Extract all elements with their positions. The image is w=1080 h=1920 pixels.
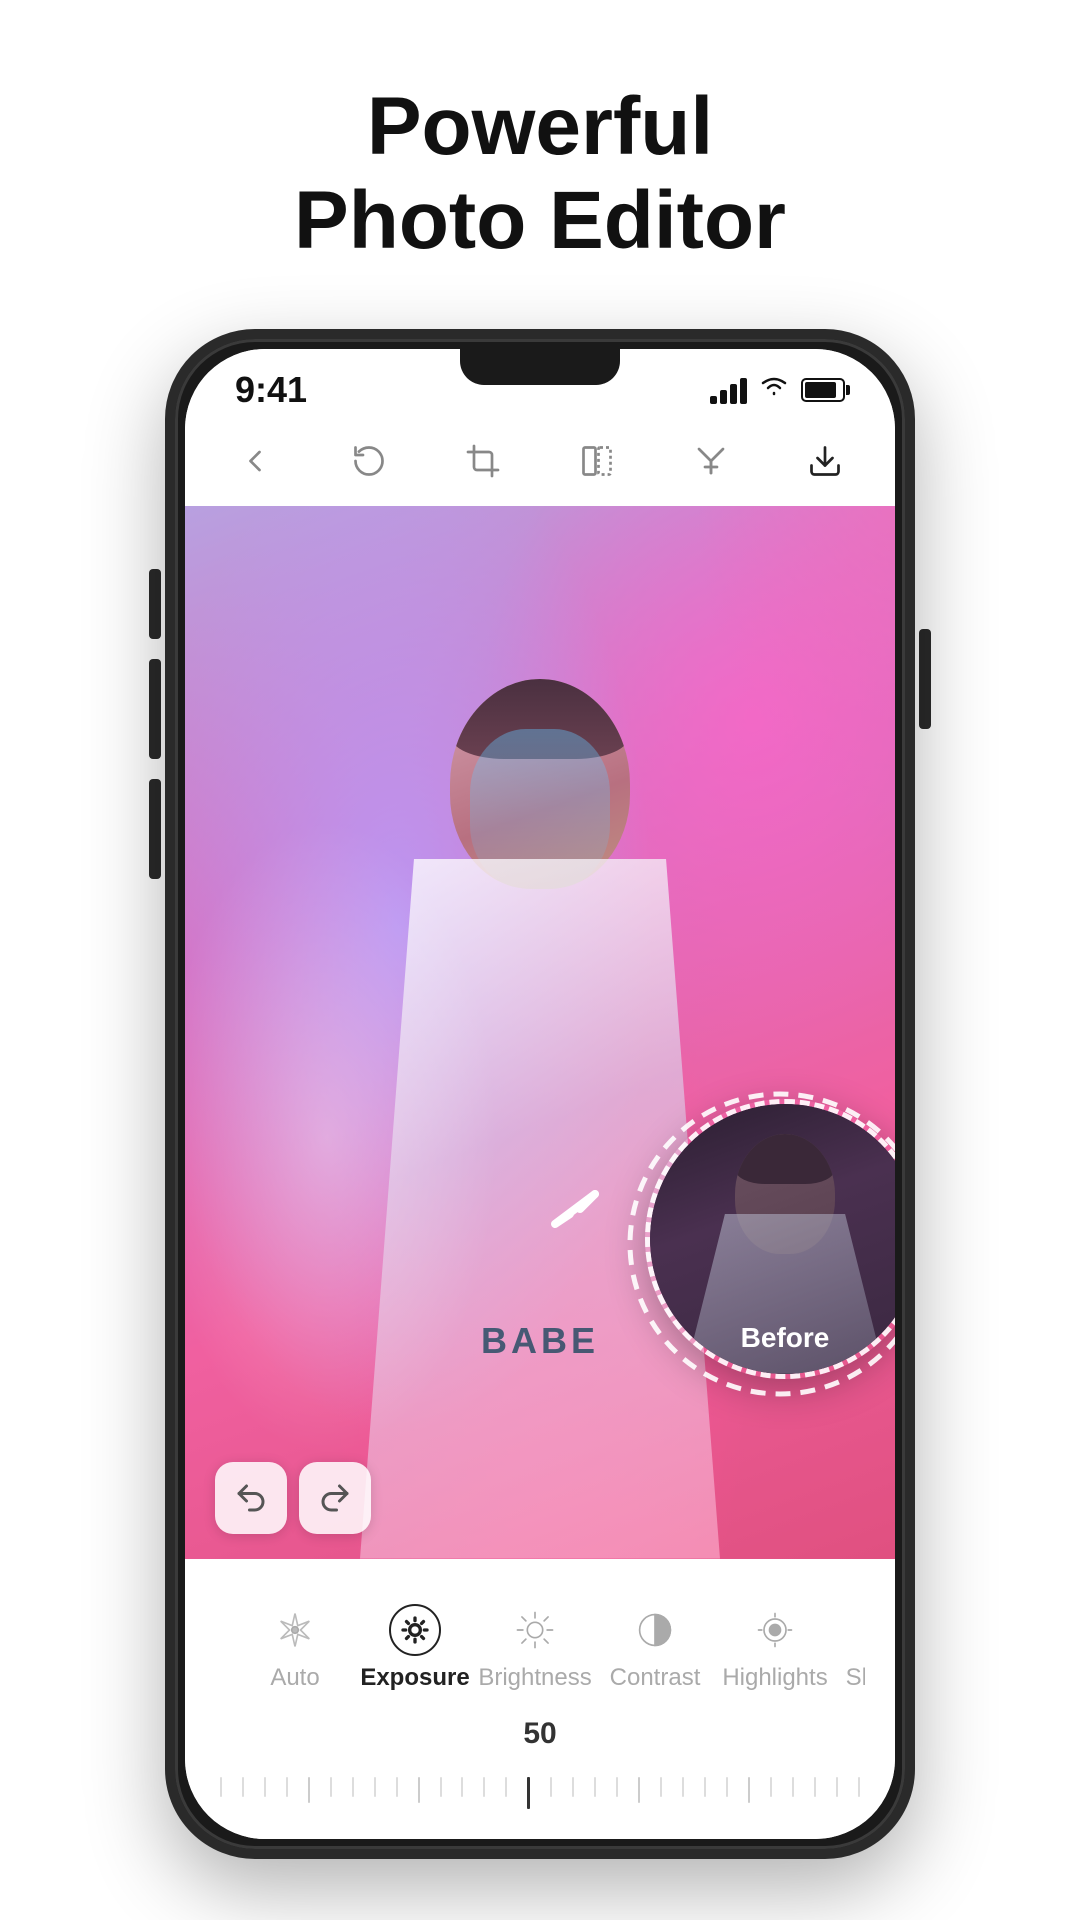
phone-mockup: 9:41 — [165, 329, 915, 1879]
headline-line1: Powerful — [294, 80, 786, 174]
slider-value: 50 — [523, 1717, 556, 1750]
tool-auto[interactable]: Auto — [235, 1594, 355, 1702]
brightness-icon — [509, 1604, 561, 1656]
download-button[interactable] — [795, 431, 855, 491]
undo-redo-group — [215, 1462, 371, 1534]
crop-button[interactable] — [453, 431, 513, 491]
signal-icon — [710, 376, 747, 404]
power-button — [919, 629, 931, 729]
exposure-icon — [389, 1604, 441, 1656]
bottom-panel: Auto — [185, 1559, 895, 1839]
editor-toolbar — [185, 421, 895, 506]
dashed-selection — [620, 1084, 895, 1404]
auto-icon — [269, 1604, 321, 1656]
flip-button[interactable] — [567, 431, 627, 491]
tool-contrast[interactable]: Contrast — [595, 1594, 715, 1702]
phone-screen: 9:41 — [185, 349, 895, 1839]
slider-section: Auto — [185, 1559, 895, 1819]
volume-down-button — [149, 779, 161, 879]
contrast-label: Contrast — [610, 1664, 701, 1692]
slider-ticks — [215, 1777, 865, 1809]
highlights-label: Highlights — [722, 1664, 827, 1692]
mute-button — [149, 569, 161, 639]
rotate-button[interactable] — [339, 431, 399, 491]
headline: Powerful Photo Editor — [294, 80, 786, 269]
exposure-label: Exposure — [360, 1664, 469, 1692]
highlights-icon — [749, 1604, 801, 1656]
contrast-icon — [629, 1604, 681, 1656]
back-button[interactable] — [225, 431, 285, 491]
shadows-label: Shadows — [846, 1664, 865, 1692]
status-icons — [710, 373, 845, 406]
tools-row: Auto — [215, 1574, 865, 1707]
battery-icon — [801, 378, 845, 402]
status-time: 9:41 — [235, 369, 307, 411]
tool-highlights[interactable]: Highlights — [715, 1594, 835, 1702]
tool-brightness[interactable]: Brightness — [475, 1594, 595, 1702]
light-effect-right — [695, 506, 895, 806]
slider-track[interactable] — [215, 1759, 865, 1809]
photo-canvas[interactable]: BABE Before — [185, 506, 895, 1559]
auto-label: Auto — [270, 1664, 319, 1692]
redo-button[interactable] — [299, 1462, 371, 1534]
phone-frame: 9:41 — [165, 329, 915, 1859]
undo-button[interactable] — [215, 1462, 287, 1534]
tool-exposure[interactable]: Exposure — [355, 1594, 475, 1702]
adjust-button[interactable] — [681, 431, 741, 491]
comparison-arrow — [515, 1154, 635, 1279]
notch — [460, 349, 620, 385]
volume-up-button — [149, 659, 161, 759]
brightness-label: Brightness — [478, 1664, 591, 1692]
headline-line2: Photo Editor — [294, 174, 786, 268]
wifi-icon — [759, 373, 789, 406]
tool-shadows[interactable]: Shadows — [835, 1594, 865, 1702]
